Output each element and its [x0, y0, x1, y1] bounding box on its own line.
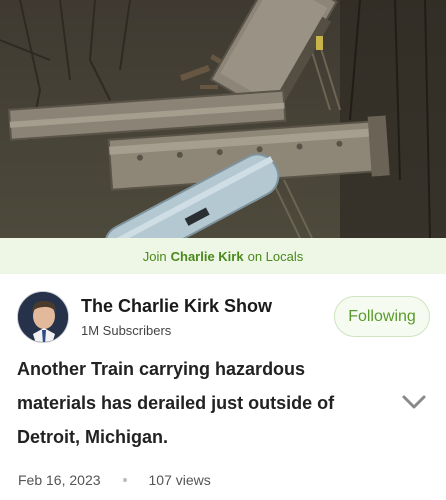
channel-name[interactable]: The Charlie Kirk Show	[81, 296, 272, 317]
following-button[interactable]: Following	[334, 296, 430, 337]
locals-suffix: on Locals	[247, 248, 304, 264]
locals-banner[interactable]: Join Charlie Kirk on Locals	[0, 238, 446, 274]
video-meta: Feb 16, 2023 107 views	[18, 472, 211, 488]
video-thumbnail[interactable]	[0, 0, 446, 238]
derailed-train-image	[0, 0, 446, 238]
video-title: Another Train carrying hazardous materia…	[17, 359, 335, 447]
publish-date: Feb 16, 2023	[18, 472, 101, 488]
subscriber-count: 1M Subscribers	[81, 323, 172, 338]
locals-creator-name: Charlie Kirk	[170, 248, 244, 264]
separator-dot	[122, 478, 127, 482]
view-count: 107 views	[148, 472, 211, 488]
chevron-down-icon[interactable]	[398, 388, 430, 416]
locals-prefix: Join	[142, 248, 167, 264]
avatar[interactable]	[17, 291, 69, 343]
